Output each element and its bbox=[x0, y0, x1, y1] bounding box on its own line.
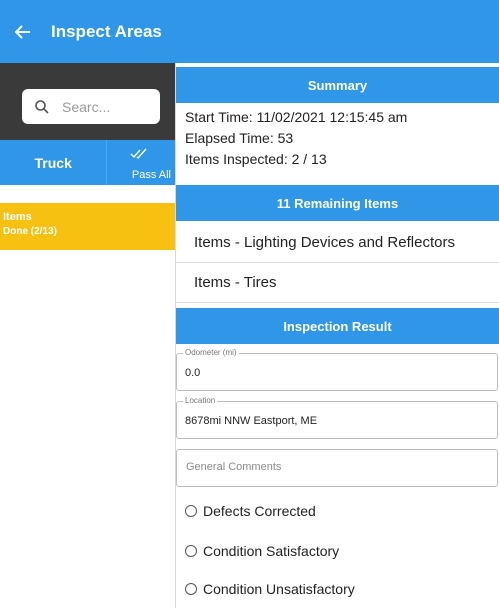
radio-label: Condition Satisfactory bbox=[203, 543, 340, 559]
radio-unchecked-icon bbox=[185, 583, 197, 595]
odometer-label: Odometer (mi) bbox=[183, 348, 239, 357]
items-inspected: Items Inspected: 2 / 13 bbox=[185, 151, 327, 167]
remaining-item-label: Items - Lighting Devices and Reflectors bbox=[194, 234, 455, 251]
odometer-field[interactable]: Odometer (mi) 0.0 bbox=[176, 348, 498, 391]
tab-truck[interactable]: Truck bbox=[0, 140, 107, 185]
radio-label: Condition Unsatisfactory bbox=[203, 581, 355, 597]
list-item-area[interactable]: Items Done (2/13) bbox=[0, 203, 175, 250]
pass-all-button[interactable]: Pass All bbox=[106, 140, 175, 185]
location-label: Location bbox=[183, 396, 218, 405]
area-status: Done (2/13) bbox=[3, 226, 57, 237]
list-item[interactable]: Items - Tires bbox=[176, 263, 499, 303]
area-name: Items bbox=[3, 211, 32, 223]
search-icon bbox=[35, 99, 49, 114]
odometer-value: 0.0 bbox=[185, 367, 201, 379]
radio-unchecked-icon bbox=[185, 505, 197, 517]
general-comments-placeholder: General Comments bbox=[186, 461, 282, 473]
summary-header: Summary bbox=[176, 67, 499, 103]
elapsed-time: Elapsed Time: 53 bbox=[185, 130, 294, 146]
left-panel: Searc... Truck Pass All Items Done (2/13… bbox=[0, 63, 176, 608]
search-input[interactable]: Searc... bbox=[22, 89, 160, 124]
inspection-result-header: Inspection Result bbox=[176, 308, 499, 344]
radio-defects-corrected[interactable]: Defects Corrected bbox=[185, 499, 316, 523]
search-area: Searc... bbox=[0, 63, 175, 140]
area-tabs: Truck Pass All bbox=[0, 140, 175, 185]
app-bar: Inspect Areas bbox=[0, 0, 499, 63]
pass-all-label: Pass All bbox=[131, 169, 171, 181]
general-comments-field[interactable]: General Comments bbox=[176, 449, 498, 487]
detail-panel: Summary Start Time: 11/02/2021 12:15:45 … bbox=[176, 63, 499, 608]
back-arrow-icon[interactable] bbox=[13, 22, 33, 42]
double-check-icon bbox=[130, 148, 147, 160]
remaining-header: 11 Remaining Items bbox=[176, 185, 499, 221]
radio-condition-satisfactory[interactable]: Condition Satisfactory bbox=[185, 539, 339, 563]
radio-condition-unsatisfactory[interactable]: Condition Unsatisfactory bbox=[185, 577, 355, 601]
list-item[interactable]: Items - Lighting Devices and Reflectors bbox=[176, 223, 499, 263]
location-value: 8678mi NNW Eastport, ME bbox=[185, 415, 318, 427]
radio-unchecked-icon bbox=[185, 545, 197, 557]
start-time: Start Time: 11/02/2021 12:15:45 am bbox=[185, 109, 408, 125]
radio-label: Defects Corrected bbox=[203, 503, 316, 519]
location-field[interactable]: Location 8678mi NNW Eastport, ME bbox=[176, 396, 498, 439]
search-placeholder: Searc... bbox=[62, 98, 111, 115]
remaining-item-label: Items - Tires bbox=[194, 274, 277, 291]
page-title: Inspect Areas bbox=[51, 21, 162, 41]
